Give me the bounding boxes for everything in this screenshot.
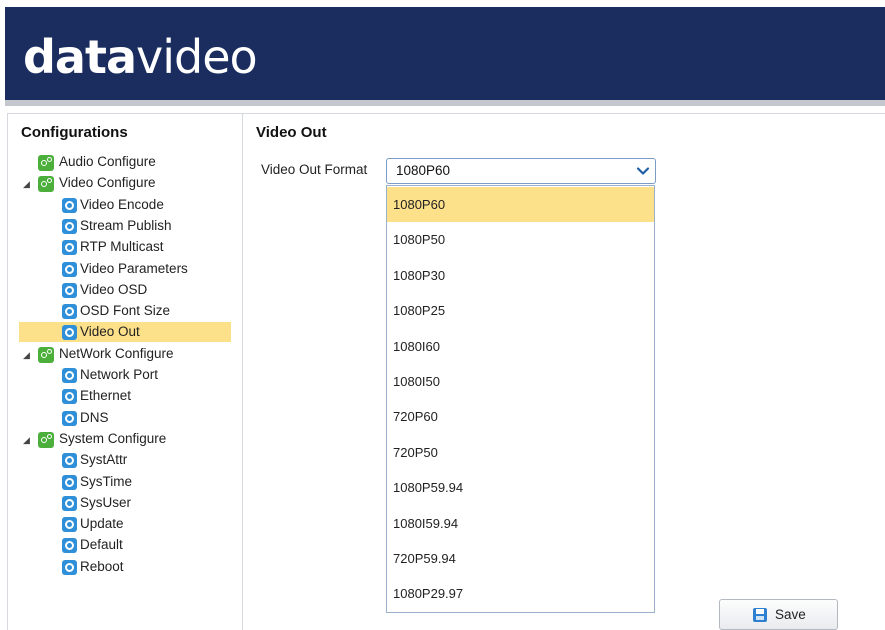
gear-icon: [62, 559, 77, 575]
gear-icon: [62, 538, 77, 554]
tree-item-label: Reboot: [80, 558, 124, 574]
tree-item-label: Update: [80, 516, 124, 532]
tree-item-reboot[interactable]: Reboot: [19, 557, 231, 577]
save-icon: [753, 608, 767, 622]
gear-icon: [62, 240, 77, 256]
tree-item-default[interactable]: Default: [19, 535, 231, 555]
sidebar-title: Configurations: [21, 124, 128, 141]
gear-icon: [62, 261, 77, 277]
tree-group-network-configure[interactable]: ◢ NetWork Configure: [20, 344, 230, 364]
save-button-label: Save: [775, 607, 806, 622]
tree-group-label: System Configure: [59, 430, 167, 446]
tree-item-osd-font-size[interactable]: OSD Font Size: [19, 301, 231, 321]
tree-item-network-port[interactable]: Network Port: [19, 365, 231, 385]
tree-group-system-configure[interactable]: ◢ System Configure: [20, 429, 230, 449]
expand-triangle-icon[interactable]: ◢: [23, 345, 35, 365]
gears-icon: [38, 176, 54, 193]
dropdown-option[interactable]: 1080P30: [387, 258, 654, 293]
video-out-format-label: Video Out Format: [261, 162, 368, 177]
dropdown-option[interactable]: 720P50: [387, 435, 654, 470]
expand-triangle-icon[interactable]: ◢: [23, 174, 35, 194]
header-divider: [5, 100, 885, 106]
tree-item-label: SystAttr: [80, 452, 128, 468]
tree-item-stream-publish[interactable]: Stream Publish: [19, 216, 231, 236]
tree-group-label: Video Configure: [59, 175, 156, 191]
tree-item-label: Video Parameters: [80, 260, 188, 276]
dropdown-option[interactable]: 1080P50: [387, 222, 654, 257]
select-current-value: 1080P60: [396, 163, 451, 178]
dropdown-option[interactable]: 1080I59.94: [387, 506, 654, 541]
dropdown-option[interactable]: 1080I50: [387, 364, 654, 399]
chevron-down-icon[interactable]: [636, 164, 650, 178]
gear-icon: [62, 218, 77, 234]
tree-item-label: SysUser: [80, 494, 132, 510]
dropdown-option[interactable]: 1080P25: [387, 293, 654, 328]
tree-group-video-configure[interactable]: ◢ Video Configure: [20, 173, 230, 193]
gear-icon: [62, 325, 77, 341]
dropdown-option[interactable]: 1080I60: [387, 329, 654, 364]
gear-icon: [62, 368, 77, 383]
gears-icon: [38, 431, 54, 448]
tree-item-video-encode[interactable]: Video Encode: [19, 195, 231, 215]
expand-triangle-icon[interactable]: ◢: [23, 430, 35, 450]
gear-icon: [62, 474, 77, 490]
logo-text-light: video: [136, 30, 258, 84]
tree-item-label: RTP Multicast: [80, 239, 164, 255]
tree-item-label: Default: [80, 537, 123, 553]
save-button[interactable]: Save: [719, 599, 838, 630]
logo-text-bold: data: [23, 30, 137, 84]
tree-item-label: Network Port: [80, 367, 159, 382]
video-out-format-select[interactable]: 1080P60: [386, 158, 656, 184]
tree-item-video-out[interactable]: Video Out: [19, 322, 231, 343]
tree-item-label: SysTime: [80, 473, 133, 489]
tree-item-video-osd[interactable]: Video OSD: [19, 280, 231, 300]
datavideo-logo: datavideo: [23, 27, 258, 87]
tree-group-label: Audio Configure: [59, 154, 156, 169]
tree-group-audio-configure[interactable]: Audio Configure: [20, 152, 230, 172]
tree-item-label: Video Out: [80, 324, 140, 340]
gear-icon: [62, 197, 77, 213]
tree-item-update[interactable]: Update: [19, 514, 231, 534]
tree-item-label: Ethernet: [80, 388, 132, 404]
dropdown-option[interactable]: 1080P29.97: [387, 576, 654, 611]
tree-item-ethernet[interactable]: Ethernet: [19, 386, 231, 406]
dropdown-option[interactable]: 1080P60: [387, 187, 654, 222]
gear-icon: [62, 304, 77, 320]
tree-item-label: Video OSD: [80, 281, 148, 297]
dropdown-option[interactable]: 1080P59.94: [387, 470, 654, 505]
main-panel: Video Out Video Out Format 1080P60 1080P…: [243, 113, 885, 630]
config-sidebar: Configurations Audio Configure ◢ Video Con…: [7, 113, 243, 630]
tree-item-systattr[interactable]: SystAttr: [19, 450, 231, 470]
gear-icon: [62, 495, 77, 511]
gears-icon: [38, 155, 54, 171]
tree-item-label: Video Encode: [80, 196, 164, 212]
gear-icon: [62, 517, 77, 533]
tree-item-label: OSD Font Size: [80, 303, 171, 319]
gear-icon: [62, 282, 77, 298]
tree-item-dns[interactable]: DNS: [19, 408, 231, 428]
tree-item-video-parameters[interactable]: Video Parameters: [19, 259, 231, 279]
dropdown-option[interactable]: 720P60: [387, 399, 654, 434]
gear-icon: [62, 389, 77, 405]
page-title: Video Out: [256, 124, 327, 141]
tree-group-label: NetWork Configure: [59, 345, 174, 361]
format-dropdown-list: 1080P60 1080P50 1080P30 1080P25 1080I60 1080I…: [386, 185, 655, 613]
gear-icon: [62, 410, 77, 426]
tree-item-label: DNS: [80, 409, 109, 425]
tree-item-rtp-multicast[interactable]: RTP Multicast: [19, 237, 231, 257]
gear-icon: [62, 453, 77, 469]
app-header: datavideo: [5, 7, 885, 100]
tree-item-label: Stream Publish: [80, 217, 172, 233]
tree-item-systime[interactable]: SysTime: [19, 472, 231, 492]
tree-item-sysuser[interactable]: SysUser: [19, 493, 231, 513]
gears-icon: [38, 346, 54, 363]
dropdown-option[interactable]: 720P59.94: [387, 541, 654, 576]
